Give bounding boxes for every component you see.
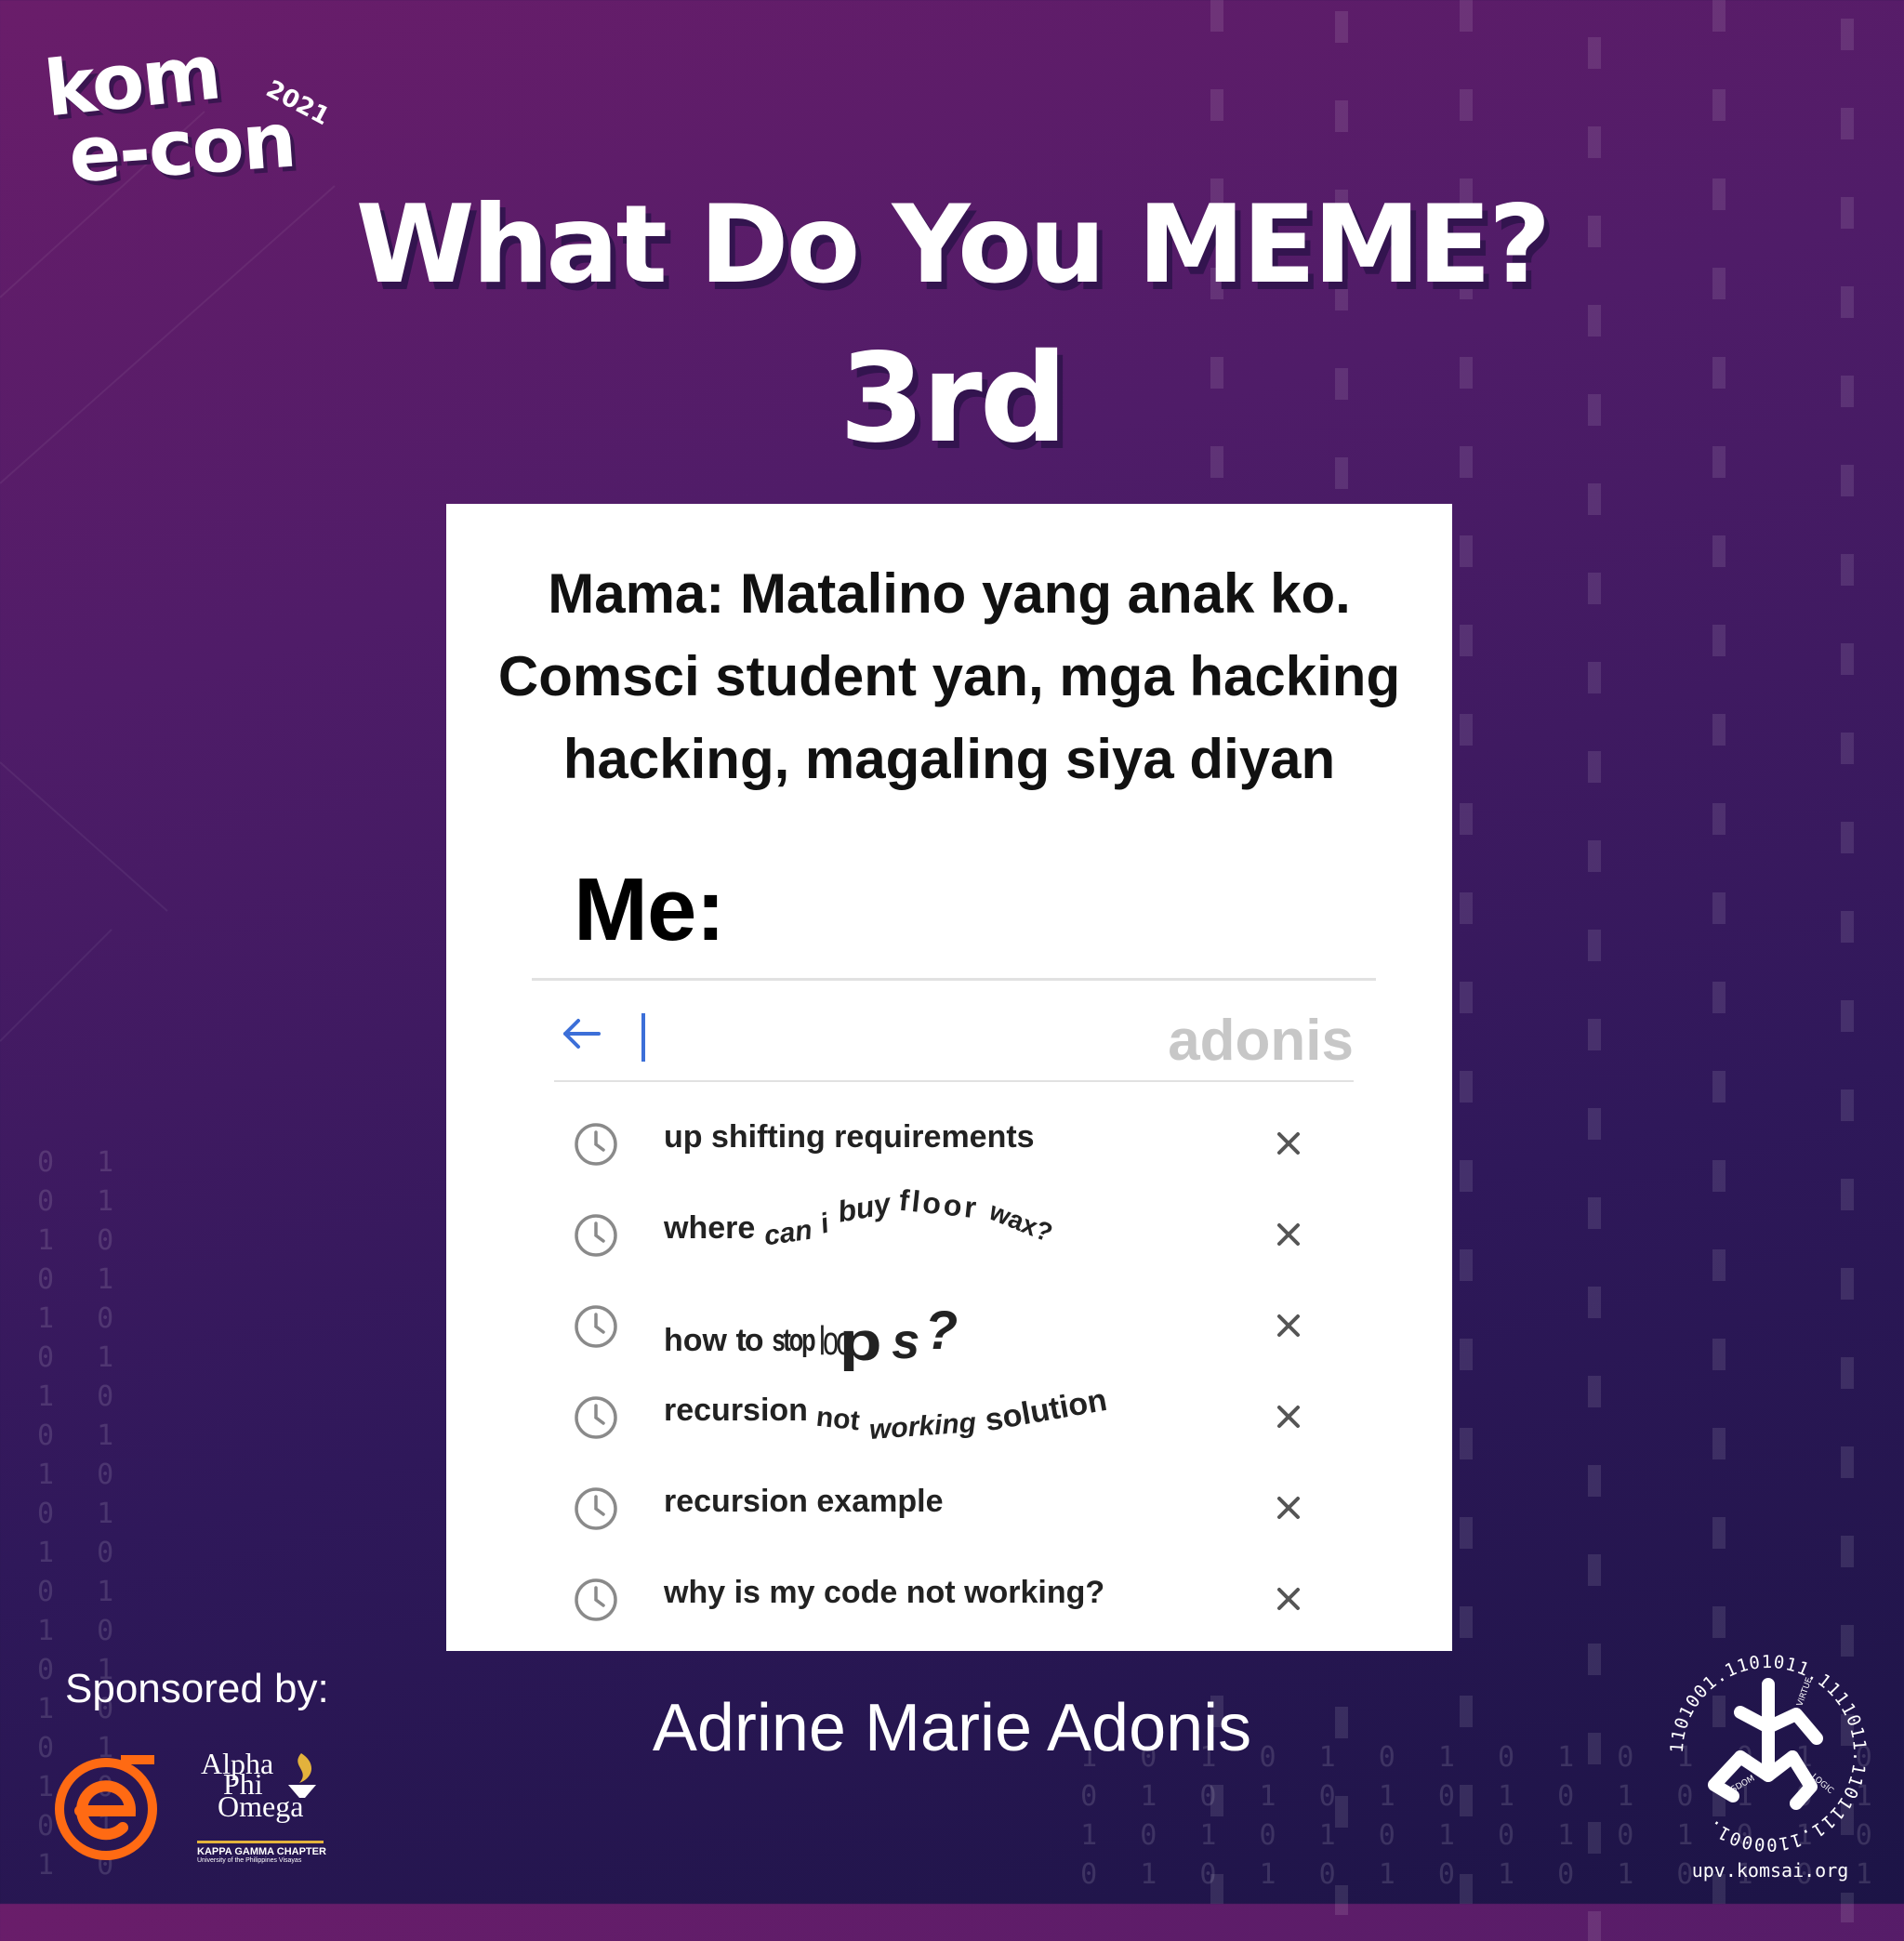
placement: 3rd	[839, 327, 1067, 470]
caption-line: Comsci student yan, mga hacking	[497, 645, 1401, 707]
query-word: how	[664, 1323, 727, 1358]
komsai-seal-logo: 1101001.1101011.1111011.1101111.1100001.…	[1667, 1652, 1869, 1855]
query-word: not	[814, 1401, 862, 1437]
query-word: floor	[897, 1182, 981, 1225]
clock-icon	[575, 1214, 617, 1257]
clock-icon	[575, 1123, 617, 1166]
meme-image: Mama: Matalino yang anak ko. Comsci stud…	[446, 504, 1452, 1651]
query-word: stop	[772, 1323, 815, 1358]
search-watermark-name: adonis	[1168, 1009, 1354, 1073]
clock-icon	[575, 1396, 617, 1439]
clock-icon	[575, 1487, 617, 1530]
back-arrow-icon	[563, 1019, 601, 1049]
close-icon	[1277, 1588, 1300, 1610]
winner-name: Adrine Marie Adonis	[652, 1691, 1252, 1765]
close-icon	[1277, 1132, 1300, 1155]
search-history-text: how to stop loo p s ?	[664, 1301, 959, 1372]
query-word: ?	[924, 1301, 959, 1361]
apo-chapter: KAPPA GAMMA CHAPTER	[197, 1846, 326, 1857]
query-word: can	[761, 1214, 814, 1252]
apo-rule	[197, 1841, 324, 1843]
search-history-item: recursion not working solution	[573, 1370, 1335, 1461]
me-label: Me:	[574, 860, 725, 959]
caption-line: Mama: Matalino yang anak ko.	[548, 562, 1351, 625]
search-history-text: recursion example	[664, 1484, 943, 1520]
search-history-item: up shifting requirements	[573, 1097, 1335, 1188]
search-history-item: where can i buy floor wax?	[573, 1183, 1335, 1279]
komsai-url: upv.komsai.org	[1691, 1859, 1849, 1882]
search-history-text: up shifting requirements	[664, 1119, 1035, 1155]
sponsor-e-logo	[55, 1755, 157, 1860]
close-icon	[1277, 1223, 1300, 1246]
query-word: wax?	[985, 1196, 1057, 1248]
query-word: why is my code not working?	[664, 1575, 1105, 1610]
search-bar: adonis	[554, 987, 1354, 1080]
caption-line: hacking, magaling siya diyan	[562, 728, 1336, 790]
search-history-text: where can i buy floor wax?	[664, 1183, 1056, 1252]
query-word: recursion example	[664, 1484, 944, 1519]
kom-econ-logo: kom e-con 2021	[41, 28, 338, 200]
query-word: working	[867, 1407, 977, 1446]
query-word: to	[735, 1323, 763, 1358]
query-word: buy	[834, 1186, 893, 1229]
search-history-text: why is my code not working?	[664, 1575, 1104, 1611]
search-history-text: recursion not working solution	[664, 1382, 1109, 1446]
query-word: recursion	[664, 1393, 808, 1428]
query-word: i	[816, 1208, 832, 1240]
search-history-item: how to stop loo p s ?	[573, 1279, 1335, 1372]
apo-university: University of the Philippines Visayas	[197, 1857, 302, 1864]
clock-icon	[575, 1305, 617, 1348]
query-word: s	[892, 1314, 920, 1369]
close-icon	[1277, 1406, 1300, 1428]
query-word: p	[840, 1312, 883, 1372]
search-history-list: up shifting requirements where can i buy…	[573, 1097, 1335, 1644]
search-history-item: recursion example	[573, 1461, 1335, 1552]
query-word: where	[664, 1210, 756, 1246]
contest-title: What Do You MEME?	[355, 182, 1552, 308]
clock-icon	[575, 1578, 617, 1621]
query-word: up shifting requirements	[664, 1119, 1035, 1155]
meme-caption: Mama: Matalino yang anak ko. Comsci stud…	[446, 552, 1452, 800]
text-cursor	[641, 1013, 645, 1062]
divider	[532, 978, 1376, 981]
search-history-item: why is my code not working?	[573, 1552, 1335, 1644]
close-icon	[1277, 1314, 1300, 1337]
seal-word: VIRTUE	[1795, 1676, 1815, 1708]
query-word: solution	[982, 1381, 1110, 1439]
close-icon	[1277, 1497, 1300, 1519]
divider	[554, 1080, 1354, 1082]
